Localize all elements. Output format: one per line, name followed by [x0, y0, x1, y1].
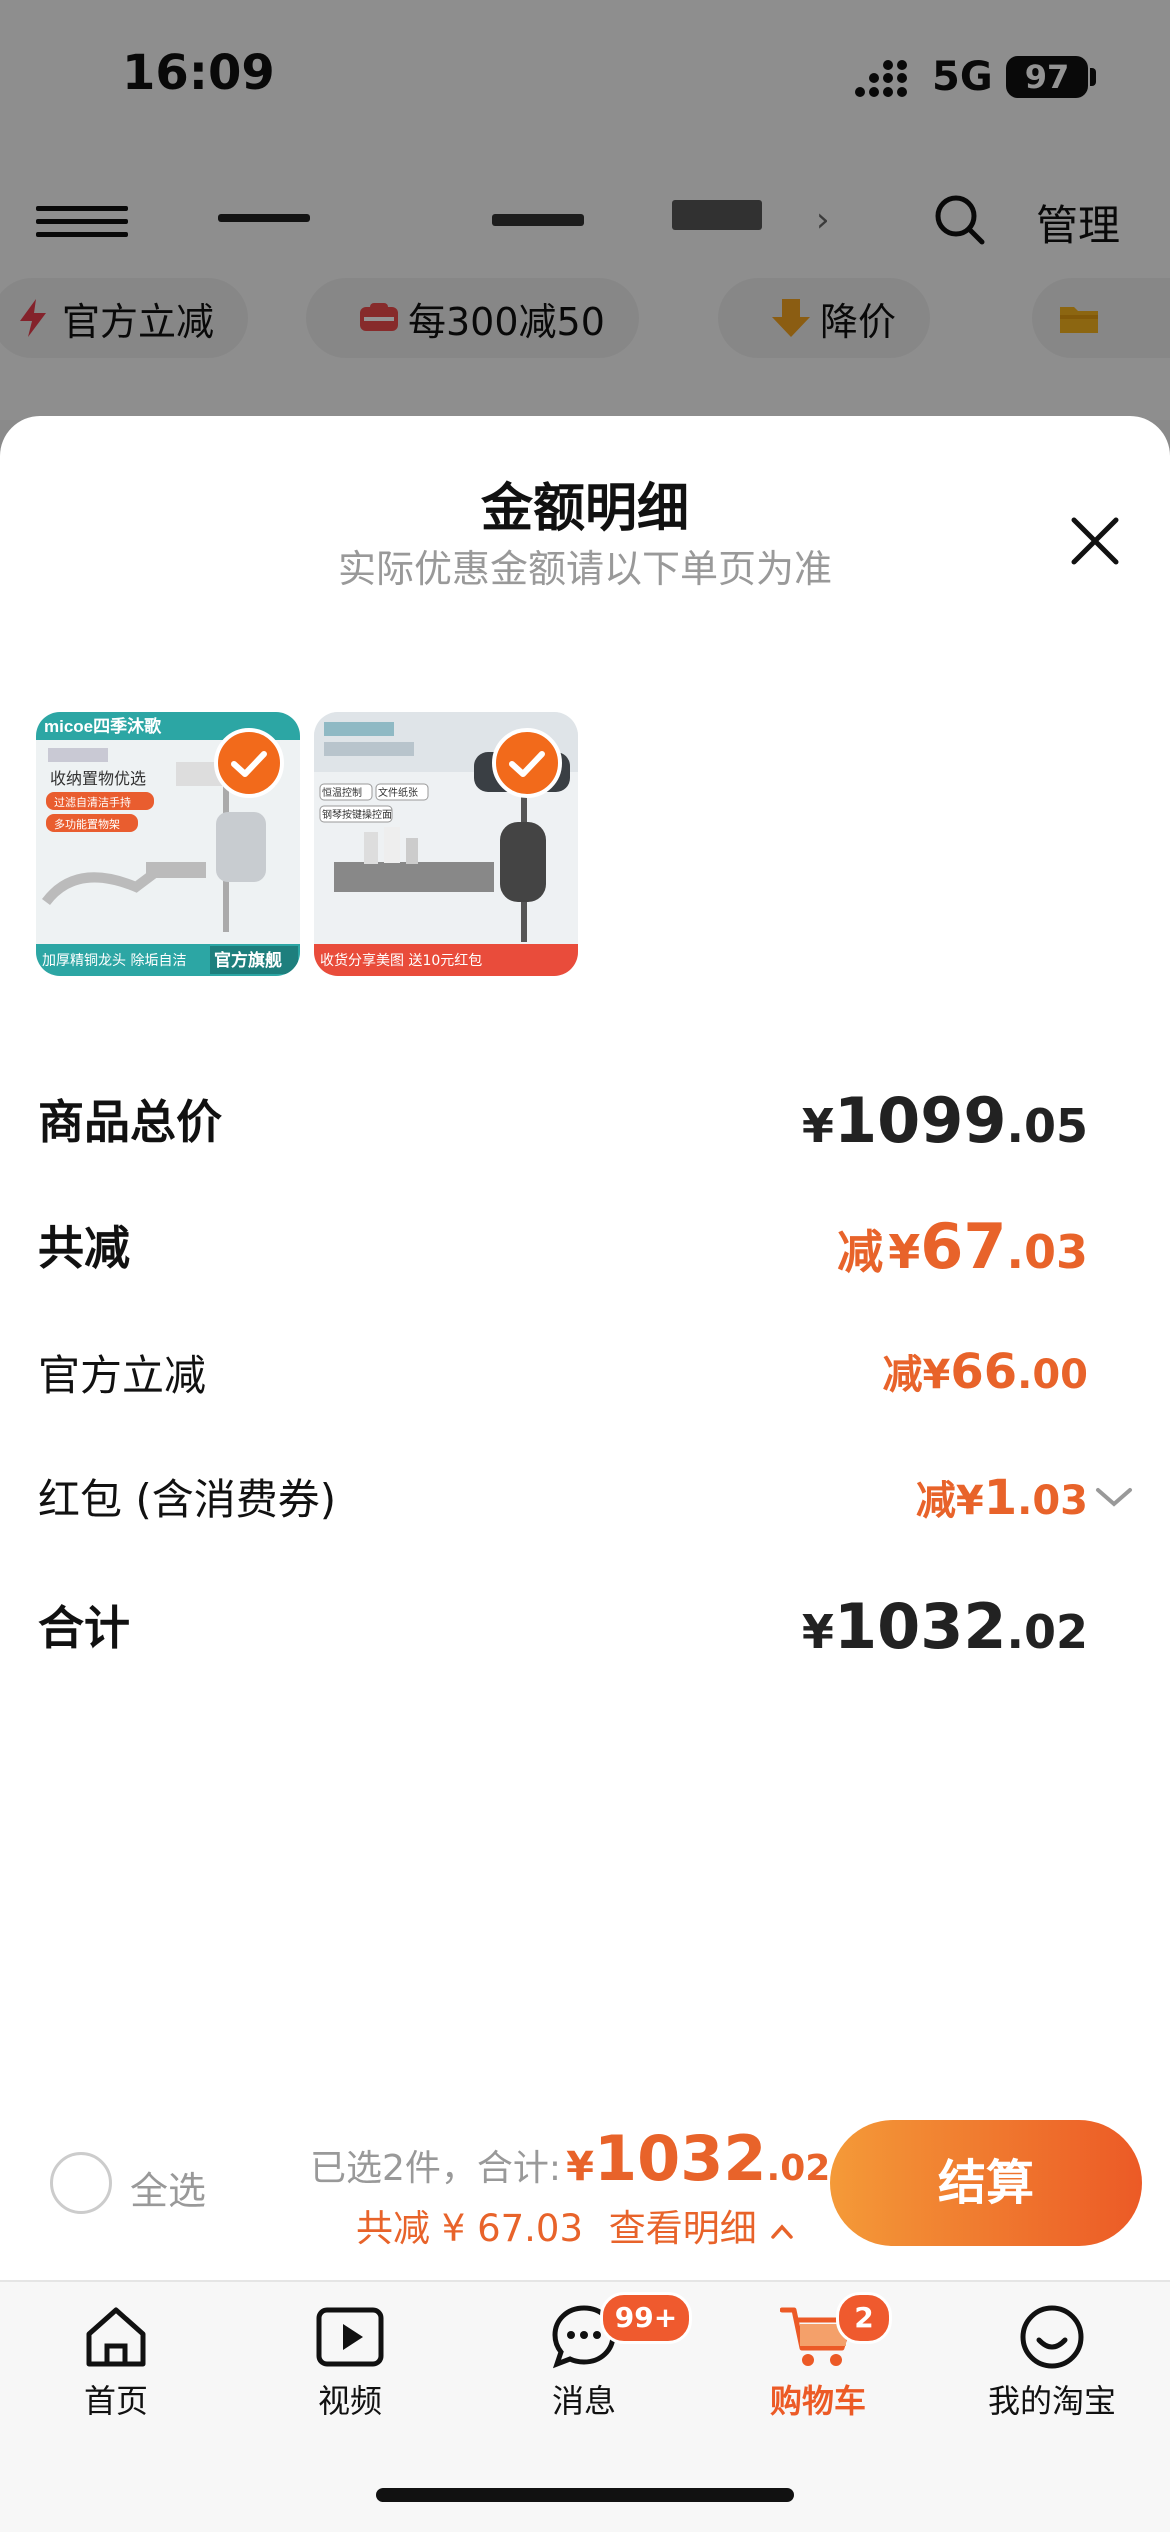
- chevron-down-icon[interactable]: [1094, 1484, 1134, 1510]
- row-value-red-packet[interactable]: 减¥1.03: [916, 1468, 1088, 1526]
- selected-check-icon[interactable]: [214, 728, 284, 798]
- home-icon: [86, 2307, 146, 2367]
- product-caption: 收货分享美图 送10元红包: [320, 952, 482, 969]
- chevron-up-icon[interactable]: [769, 2221, 795, 2241]
- message-badge: 99+: [600, 2292, 692, 2344]
- row-label-subtotal: 商品总价: [38, 1095, 222, 1149]
- amount-decimal: .00: [1017, 1352, 1088, 1398]
- product-badge: 官方旗舰: [214, 950, 282, 971]
- view-detail-link[interactable]: 查看明细: [609, 2207, 757, 2250]
- product-caption: 收纳置物优选: [50, 769, 146, 788]
- product-brand: micoe四季沐歌: [44, 716, 162, 736]
- row-value-total-discount: 减 ¥67.03: [837, 1210, 1088, 1283]
- product-tag: 过滤自清洁手持: [54, 795, 131, 809]
- currency-symbol: ¥: [955, 1478, 984, 1524]
- sheet-subtitle: 实际优惠金额请以下单页为准: [337, 547, 832, 591]
- currency-symbol: ¥: [922, 1352, 951, 1398]
- product-thumbnail[interactable]: 恒温控制 文件纸张 钢琴按键操控面 收货分享美图 送10元红包: [314, 712, 578, 976]
- product-tag: 恒温控制: [322, 786, 362, 799]
- amount-integer: 67: [920, 1210, 1007, 1283]
- discount-prefix: 减: [882, 1352, 923, 1398]
- profile-icon: [1020, 2305, 1084, 2369]
- checkout-button[interactable]: 结算: [830, 2120, 1142, 2246]
- cart-badge: 2: [836, 2292, 892, 2344]
- modal-overlay[interactable]: [0, 0, 1170, 420]
- row-label-total: 合计: [38, 1601, 130, 1655]
- tab-label: 消息: [551, 2382, 616, 2420]
- tab-label: 我的淘宝: [987, 2382, 1116, 2420]
- saved-summary[interactable]: 共减 ¥ 67.03 查看明细: [356, 2198, 795, 2252]
- product-tag: 多功能置物架: [54, 817, 120, 831]
- product-tag: 文件纸张: [378, 786, 418, 799]
- select-all-radio[interactable]: [50, 2152, 112, 2214]
- amount-integer: 66: [950, 1344, 1018, 1400]
- currency-symbol: ¥: [888, 1225, 921, 1279]
- tab-label: 视频: [317, 2382, 382, 2420]
- selected-count-label: 已选2件，合计:: [310, 2148, 562, 2189]
- selected-check-icon[interactable]: [492, 728, 562, 798]
- total-integer: 1032: [593, 2122, 767, 2195]
- tab-video[interactable]: 视频: [260, 2302, 440, 2422]
- amount-integer: 1099: [833, 1084, 1007, 1157]
- tab-label: 购物车: [769, 2382, 866, 2420]
- row-label-total-discount: 共减: [38, 1221, 130, 1275]
- amount-decimal: .03: [1006, 1225, 1089, 1279]
- product-tag: 钢琴按键操控面: [322, 808, 392, 821]
- tab-profile[interactable]: 我的淘宝: [962, 2302, 1142, 2422]
- amount-integer: 1: [983, 1470, 1018, 1526]
- currency-symbol: ¥: [801, 1099, 834, 1153]
- checkout-bar: 全选 已选2件，合计: ¥1032.02 共减 ¥ 67.03 查看明细 结算: [0, 2100, 1170, 2280]
- tab-label: 首页: [83, 2382, 148, 2420]
- discount-prefix: 减: [837, 1225, 884, 1279]
- amount-integer: 1032: [833, 1590, 1007, 1663]
- product-thumbnail[interactable]: micoe四季沐歌 收纳置物优选 过滤自清洁手持 多功能置物架 加厚精铜龙头 除…: [36, 712, 300, 976]
- home-indicator[interactable]: [376, 2488, 794, 2502]
- tab-home[interactable]: 首页: [26, 2302, 206, 2422]
- total-decimal: .02: [766, 2148, 831, 2189]
- discount-prefix: 减: [915, 1478, 956, 1524]
- row-label-red-packet: 红包 (含消费券): [38, 1475, 337, 1524]
- amount-decimal: .02: [1006, 1605, 1089, 1659]
- close-icon[interactable]: [1064, 510, 1126, 572]
- amount-detail-sheet: 金额明细 实际优惠金额请以下单页为准 micoe四季沐歌 收纳置物优选 过滤自清…: [0, 416, 1170, 2280]
- amount-decimal: .03: [1017, 1478, 1088, 1524]
- selected-summary: 已选2件，合计: ¥1032.02: [310, 2122, 830, 2195]
- row-value-total: ¥1032.02: [802, 1590, 1088, 1663]
- video-icon: [316, 2307, 384, 2367]
- saved-amount: 共减 ¥ 67.03: [356, 2207, 583, 2250]
- currency-symbol: ¥: [566, 2144, 594, 2190]
- product-caption: 加厚精铜龙头 除垢自洁: [42, 953, 186, 969]
- currency-symbol: ¥: [801, 1605, 834, 1659]
- row-value-subtotal: ¥1099.05: [802, 1084, 1088, 1157]
- amount-decimal: .05: [1006, 1099, 1089, 1153]
- sheet-title: 金额明细: [480, 479, 689, 539]
- row-value-official-discount: 减¥66.00: [883, 1342, 1089, 1400]
- row-label-official-discount: 官方立减: [38, 1351, 207, 1400]
- select-all-label[interactable]: 全选: [130, 2160, 206, 2215]
